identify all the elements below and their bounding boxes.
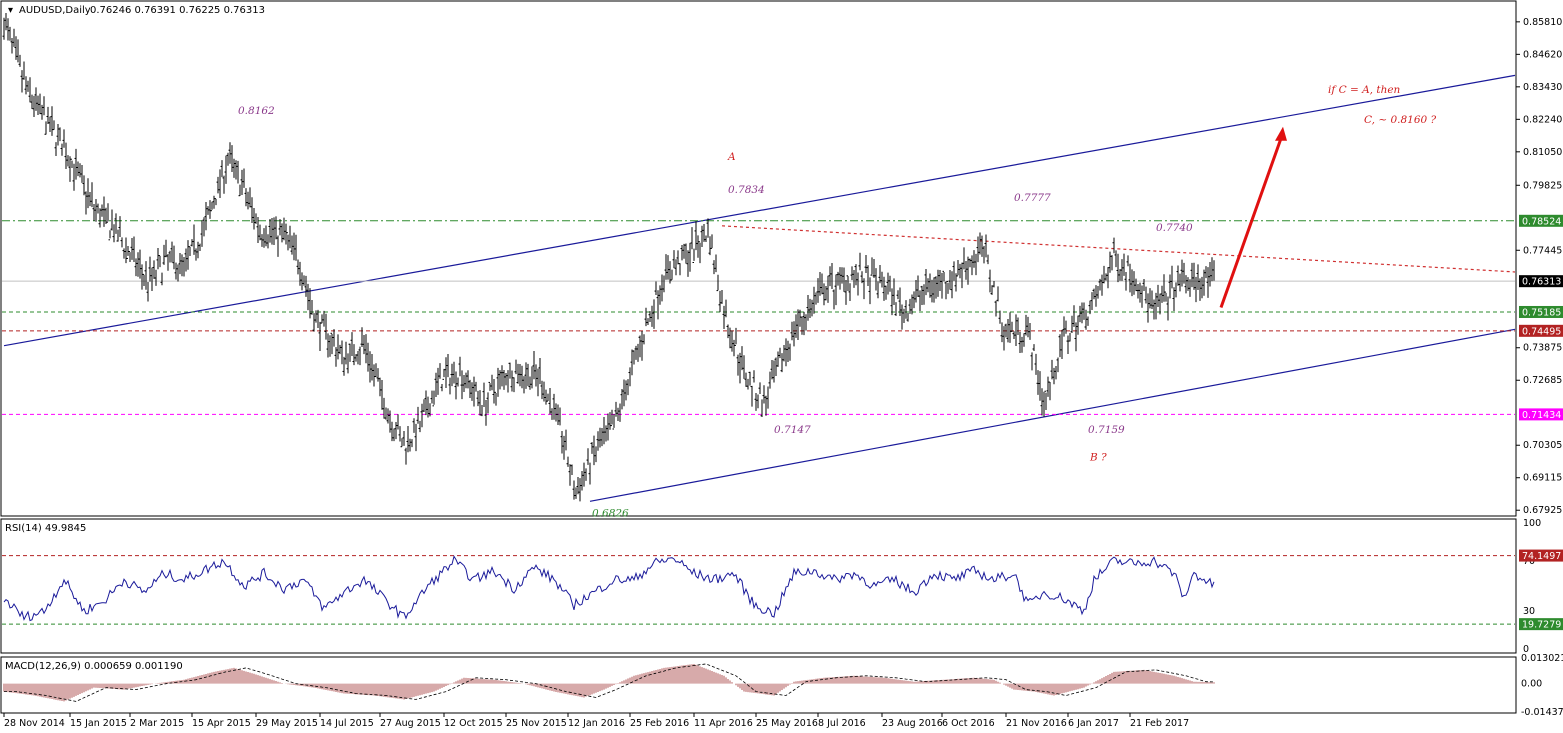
y-tick-label: 0.77445 xyxy=(1523,245,1562,256)
rsi-level-label: 74.1497 xyxy=(1522,551,1561,562)
macd-y-tick-label: 0.00 xyxy=(1521,679,1542,690)
price-chart[interactable]: 0.85810 0.84620 0.83430 0.82240 0.81050 0.798… xyxy=(0,0,1563,733)
x-tick-label: 28 Nov 2014 xyxy=(4,718,65,729)
x-tick-label: 23 Aug 2016 xyxy=(882,718,943,729)
macd-label: MACD(12,26,9) 0.000659 0.001190 xyxy=(5,661,183,672)
arrow-head xyxy=(1275,126,1287,141)
rsi-pane: 1007030074.149719.7279 xyxy=(2,518,1563,655)
macd-signal-line xyxy=(4,663,1214,702)
x-tick-label: 2 Mar 2015 xyxy=(130,718,184,729)
symbol-dropdown-icon[interactable]: ▾ xyxy=(8,5,13,16)
x-axis: 28 Nov 2014 15 Jan 2015 2 Mar 2015 15 Apr 2… xyxy=(3,713,1189,729)
main-pane-frame xyxy=(0,0,1517,517)
trendline[interactable] xyxy=(3,74,1516,347)
trendline[interactable] xyxy=(589,328,1516,502)
level-price-label: 0.74495 xyxy=(1522,326,1561,337)
x-tick-label: 25 Feb 2016 xyxy=(630,718,689,729)
level-price-label: 0.71434 xyxy=(1522,410,1561,421)
x-tick-label: 21 Feb 2017 xyxy=(1130,718,1189,729)
main-pane: 0.85810 0.84620 0.83430 0.82240 0.81050 0.798… xyxy=(2,13,1563,519)
x-tick-label: 29 May 2015 xyxy=(256,718,318,729)
macd-y-tick-label: -0.014379 xyxy=(1521,707,1563,718)
x-tick-label: 6 Jan 2017 xyxy=(1068,718,1119,729)
x-tick-label: 6 Oct 2016 xyxy=(942,718,995,729)
macd-pane-frame xyxy=(0,656,1517,714)
chart-annotation: if C = A, then xyxy=(1328,84,1401,96)
x-tick-label: 15 Apr 2015 xyxy=(192,718,251,729)
x-tick-label: 27 Aug 2015 xyxy=(380,718,441,729)
level-price-label: 0.78524 xyxy=(1522,216,1561,227)
chart-annotation: 0.7834 xyxy=(728,184,765,196)
y-tick-label: 0.82240 xyxy=(1523,114,1562,125)
y-tick-label: 0.81050 xyxy=(1523,147,1562,158)
x-tick-label: 12 Oct 2015 xyxy=(444,718,503,729)
y-tick-label: 0.72685 xyxy=(1523,375,1562,386)
y-tick-label: 0.79825 xyxy=(1523,180,1562,191)
chart-annotation: A xyxy=(727,151,736,163)
chart-annotation: 0.8162 xyxy=(238,105,275,117)
x-tick-label: 11 Apr 2016 xyxy=(694,718,753,729)
y-tick-label: 0.69115 xyxy=(1523,473,1562,484)
macd-y-tick-label: 0.013021 xyxy=(1521,653,1563,664)
x-tick-label: 25 Nov 2015 xyxy=(506,718,567,729)
rsi-y-tick-label: 100 xyxy=(1523,518,1541,529)
x-tick-label: 25 May 2016 xyxy=(756,718,818,729)
level-price-label: 0.75185 xyxy=(1522,307,1561,318)
rsi-label: RSI(14) 49.9845 xyxy=(5,523,86,534)
rsi-line xyxy=(3,555,1215,622)
chart-annotation: 0.6826 xyxy=(592,507,629,519)
rsi-level-label: 19.7279 xyxy=(1522,620,1561,631)
x-tick-label: 15 Jan 2015 xyxy=(70,718,127,729)
y-tick-label: 0.67925 xyxy=(1523,505,1562,516)
y-tick-label: 0.83430 xyxy=(1523,82,1562,93)
y-tick-label: 0.73875 xyxy=(1523,343,1562,354)
chart-annotation: 0.7777 xyxy=(1014,192,1051,204)
macd-pane: 0.013021 0.00 -0.014379 xyxy=(3,653,1563,718)
rsi-pane-frame xyxy=(0,518,1517,654)
x-tick-label: 12 Jan 2016 xyxy=(568,718,625,729)
y-tick-label: 0.84620 xyxy=(1523,49,1562,60)
x-tick-label: 21 Nov 2016 xyxy=(1006,718,1067,729)
x-tick-label: 8 Jul 2016 xyxy=(818,718,866,729)
chart-annotation: B ? xyxy=(1089,451,1107,463)
rsi-y-tick-label: 30 xyxy=(1523,606,1535,617)
x-tick-label: 14 Jul 2015 xyxy=(320,718,374,729)
ohlc-readout: 0.76246 0.76391 0.76225 0.76313 xyxy=(90,5,265,16)
y-tick-label: 0.70305 xyxy=(1523,440,1562,451)
chart-annotation: 0.7740 xyxy=(1156,222,1193,234)
chart-annotation: 0.7147 xyxy=(774,424,811,436)
level-price-label: 0.76313 xyxy=(1522,277,1561,288)
chart-annotation: C, ~ 0.8160 ? xyxy=(1364,114,1437,126)
chart-annotation: 0.7159 xyxy=(1088,424,1125,436)
y-tick-label: 0.85810 xyxy=(1523,17,1562,28)
symbol-label: AUDUSD,Daily xyxy=(19,5,91,16)
ohlc-bars xyxy=(2,13,1215,502)
